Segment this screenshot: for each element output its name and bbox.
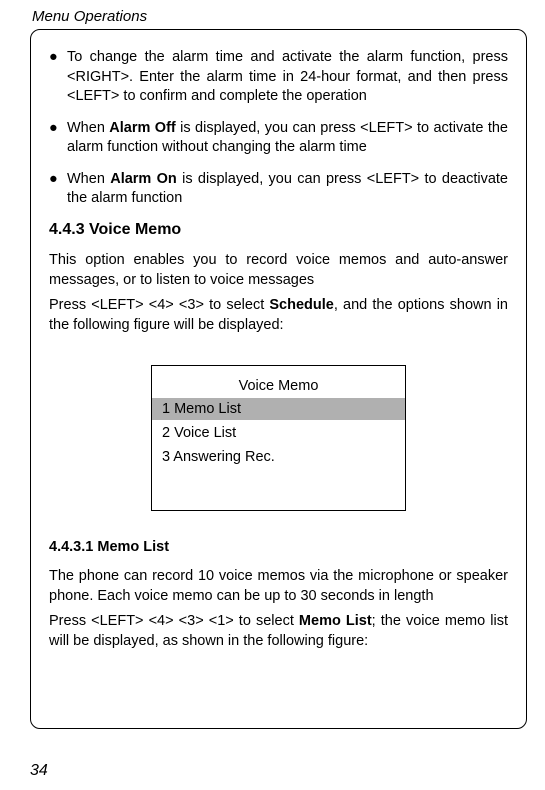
screen-display: Voice Memo 1 Memo List 2 Voice List 3 An… <box>151 365 406 511</box>
page-number: 34 <box>30 762 48 780</box>
text-prefix: Press <LEFT> <4> <3> <1> to select <box>49 613 299 629</box>
text-prefix: When <box>67 171 110 187</box>
menu-item: 3 Answering Rec. <box>152 446 405 468</box>
bullet-text: When Alarm Off is displayed, you can pre… <box>67 119 508 158</box>
paragraph: Press <LEFT> <4> <3> <1> to select Memo … <box>49 612 508 651</box>
section-heading: 4.4.3 Voice Memo <box>49 221 508 239</box>
screen-title: Voice Memo <box>152 378 405 394</box>
bullet-text: To change the alarm time and activate th… <box>67 48 508 107</box>
paragraph: Press <LEFT> <4> <3> to select Schedule,… <box>49 296 508 335</box>
bullet-item: ● When Alarm On is displayed, you can pr… <box>49 170 508 209</box>
bullet-icon: ● <box>49 48 67 107</box>
bullet-text: When Alarm On is displayed, you can pres… <box>67 170 508 209</box>
text-bold: Schedule <box>269 297 333 313</box>
text-prefix: When <box>67 120 109 136</box>
sub-section-heading: 4.4.3.1 Memo List <box>49 539 508 555</box>
text-bold: Alarm On <box>110 171 177 187</box>
bullet-icon: ● <box>49 170 67 209</box>
text-prefix: Press <LEFT> <4> <3> to select <box>49 297 269 313</box>
text-bold: Memo List <box>299 613 372 629</box>
page-header: Menu Operations <box>32 8 527 25</box>
bullet-icon: ● <box>49 119 67 158</box>
menu-item: 2 Voice List <box>152 422 405 444</box>
bullet-item: ● When Alarm Off is displayed, you can p… <box>49 119 508 158</box>
content-frame: ● To change the alarm time and activate … <box>30 29 527 729</box>
text-bold: Alarm Off <box>109 120 175 136</box>
menu-item-selected: 1 Memo List <box>152 398 405 420</box>
paragraph: The phone can record 10 voice memos via … <box>49 567 508 606</box>
bullet-item: ● To change the alarm time and activate … <box>49 48 508 107</box>
paragraph: This option enables you to record voice … <box>49 251 508 290</box>
